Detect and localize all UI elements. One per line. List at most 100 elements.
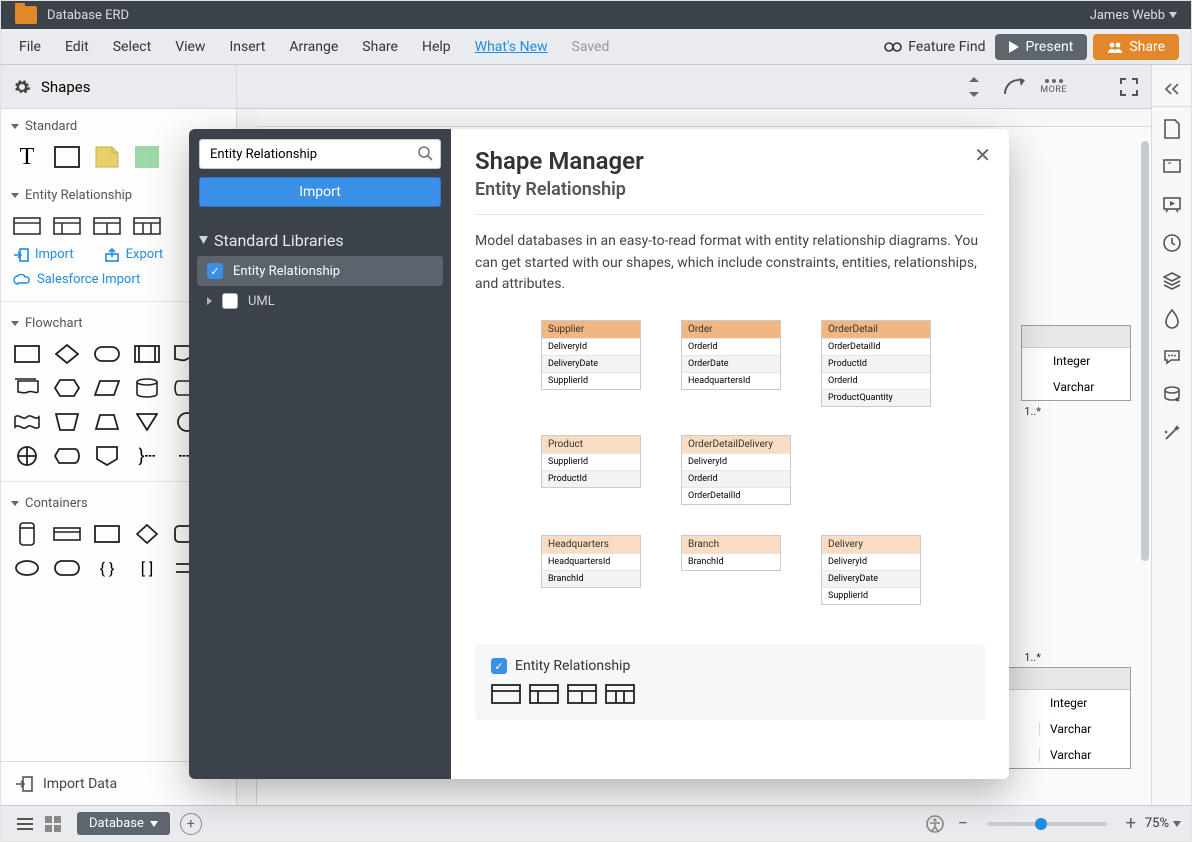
zoom-slider[interactable]	[987, 822, 1107, 826]
fc-parallelogram[interactable]	[93, 377, 121, 399]
sel-shape-2[interactable]	[529, 684, 559, 704]
sel-shape-3[interactable]	[567, 684, 597, 704]
fc-trap[interactable]	[93, 411, 121, 433]
fc-merge[interactable]	[133, 411, 161, 433]
menu-insert[interactable]: Insert	[217, 35, 277, 59]
stepper-icon[interactable]	[960, 73, 988, 101]
menu-select[interactable]: Select	[101, 35, 163, 59]
shape-search-input[interactable]	[199, 139, 441, 169]
format-toolbar: MORE	[237, 65, 1151, 109]
cont-6[interactable]	[13, 557, 41, 579]
layers-icon[interactable]	[1156, 265, 1188, 297]
cont-2[interactable]	[53, 523, 81, 545]
erd-table-1[interactable]: Integer Varchar	[1021, 325, 1131, 401]
menu-whats-new[interactable]: What's New	[463, 35, 560, 59]
sel-shape-1[interactable]	[491, 684, 521, 704]
fc-db[interactable]	[133, 377, 161, 399]
data-icon[interactable]	[1156, 379, 1188, 411]
library-entity-relationship[interactable]: Entity Relationship	[197, 256, 443, 286]
collapse-rail-icon[interactable]	[1152, 71, 1191, 107]
history-icon[interactable]	[1156, 227, 1188, 259]
er-shape-2[interactable]	[53, 215, 81, 237]
svg-text:”: ”	[1168, 162, 1171, 172]
fc-brace-r[interactable]: }┄	[133, 445, 161, 467]
modal-title: Shape Manager	[475, 147, 985, 175]
gear-icon[interactable]	[13, 78, 31, 96]
modal-main: ✕ Shape Manager Entity Relationship Mode…	[451, 129, 1009, 779]
menu-edit[interactable]: Edit	[53, 35, 101, 59]
selection-box: Entity Relationship	[475, 644, 985, 720]
cont-4[interactable]	[133, 523, 161, 545]
fc-diamond[interactable]	[53, 343, 81, 365]
fc-predef[interactable]	[133, 343, 161, 365]
selection-checkbox[interactable]	[491, 658, 507, 674]
chevron-right-icon	[207, 297, 212, 305]
fullscreen-icon[interactable]	[1115, 73, 1143, 101]
zoom-in-button[interactable]: +	[1117, 810, 1145, 838]
search-icon[interactable]	[417, 145, 433, 161]
more-button[interactable]: MORE	[1040, 79, 1067, 95]
fc-multidoc[interactable]	[13, 377, 41, 399]
folder-icon[interactable]	[15, 6, 37, 24]
text-shape[interactable]: T	[13, 146, 41, 168]
shapes-header: Shapes	[1, 65, 236, 109]
grid-view-icon[interactable]	[39, 810, 67, 838]
hotspot-shape[interactable]	[133, 146, 161, 168]
fc-rect[interactable]	[13, 343, 41, 365]
list-view-icon[interactable]	[11, 810, 39, 838]
fc-manual[interactable]	[53, 411, 81, 433]
cont-3[interactable]	[93, 523, 121, 545]
menu-view[interactable]: View	[163, 35, 217, 59]
zoom-level[interactable]: 75%	[1145, 816, 1181, 831]
comment-icon[interactable]: ”	[1156, 151, 1188, 183]
doc-icon[interactable]	[1156, 113, 1188, 145]
standard-libraries-header[interactable]: Standard Libraries	[189, 219, 451, 256]
line-tool-icon[interactable]	[1000, 73, 1028, 101]
chat-icon[interactable]	[1156, 341, 1188, 373]
note-shape[interactable]	[93, 146, 121, 168]
library-uml[interactable]: UML	[197, 286, 443, 316]
fc-offpage[interactable]	[93, 445, 121, 467]
accessibility-icon[interactable]	[921, 810, 949, 838]
import-button[interactable]: Import	[199, 177, 441, 207]
share-button[interactable]: Share	[1093, 34, 1179, 60]
er-shape-4[interactable]	[133, 215, 161, 237]
cont-8[interactable]: { }	[93, 557, 121, 579]
menu-share[interactable]: Share	[350, 35, 410, 59]
fc-tape[interactable]	[13, 411, 41, 433]
present-button[interactable]: Present	[995, 34, 1087, 60]
cont-7[interactable]	[53, 557, 81, 579]
cont-9[interactable]: [ ]	[133, 557, 161, 579]
fc-or[interactable]	[13, 445, 41, 467]
user-menu[interactable]: James Webb	[1090, 8, 1191, 23]
close-icon[interactable]: ✕	[974, 143, 991, 167]
shapes-label: Shapes	[41, 78, 90, 96]
horizontal-ruler	[257, 109, 1151, 127]
er-shape-3[interactable]	[93, 215, 121, 237]
sel-shape-4[interactable]	[605, 684, 635, 704]
canvas-scrollbar[interactable]	[1141, 131, 1149, 801]
fc-terminator[interactable]	[93, 343, 121, 365]
menu-file[interactable]: File	[7, 35, 53, 59]
fc-hex[interactable]	[53, 377, 81, 399]
paint-icon[interactable]	[1156, 303, 1188, 335]
magic-icon[interactable]	[1156, 417, 1188, 449]
feature-find[interactable]: Feature Find	[874, 35, 995, 59]
fc-display[interactable]	[53, 445, 81, 467]
document-title[interactable]: Database ERD	[47, 8, 129, 23]
zoom-out-button[interactable]: −	[949, 810, 977, 838]
export-link[interactable]: Export	[104, 247, 164, 262]
add-page-button[interactable]: +	[180, 813, 202, 835]
import-link[interactable]: Import	[13, 247, 74, 262]
bottom-bar: Database + − + 75%	[1, 805, 1191, 841]
checkbox-er[interactable]	[207, 263, 223, 279]
slides-icon[interactable]	[1156, 189, 1188, 221]
menu-help[interactable]: Help	[410, 35, 463, 59]
cont-1[interactable]	[13, 523, 41, 545]
page-tab[interactable]: Database	[77, 812, 170, 835]
checkbox-uml[interactable]	[222, 293, 238, 309]
er-shape-1[interactable]	[13, 215, 41, 237]
block-shape[interactable]	[53, 146, 81, 168]
menu-arrange[interactable]: Arrange	[277, 35, 350, 59]
right-rail: ”	[1151, 65, 1191, 805]
